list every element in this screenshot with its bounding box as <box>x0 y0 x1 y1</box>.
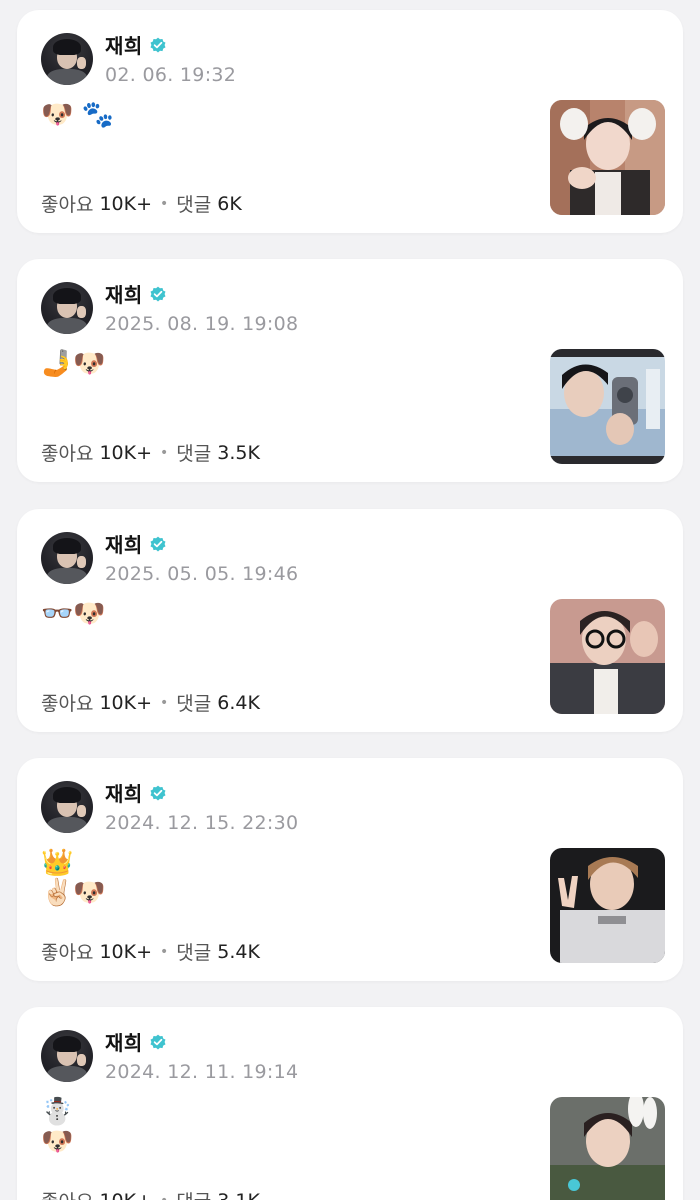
likes-label: 좋아요 <box>41 1187 93 1200</box>
likes-count[interactable]: 10K+ <box>99 193 152 215</box>
post-text: ☃️ 🐶 <box>41 1097 74 1157</box>
separator-dot: • <box>160 195 169 212</box>
likes-label: 좋아요 <box>41 693 94 715</box>
author-name[interactable]: 재희 <box>105 778 143 807</box>
avatar[interactable] <box>41 781 93 833</box>
separator-dot: • <box>160 1193 168 1200</box>
post-date: 2024. 12. 11. 19:14 <box>105 1061 299 1083</box>
avatar[interactable] <box>41 532 93 584</box>
author-name[interactable]: 재희 <box>105 529 143 558</box>
comments-label: 댓글 <box>176 443 212 465</box>
comments-count[interactable]: 5.4K <box>217 941 260 963</box>
author-name[interactable]: 재희 <box>105 279 143 308</box>
likes-label: 좋아요 <box>41 443 94 465</box>
post-stats: 좋아요 10K+ • 댓글 6K <box>41 190 242 217</box>
comments-count[interactable]: 6.4K <box>217 692 260 714</box>
post-thumbnail[interactable] <box>550 848 665 963</box>
post-card[interactable]: 재희 2025. 08. 19. 19:08 🤳🐶 좋아요 10K+ • 댓글 … <box>17 259 683 482</box>
likes-count[interactable]: 10K+ <box>99 442 152 464</box>
avatar[interactable] <box>41 1030 93 1082</box>
post-card[interactable]: 재희 02. 06. 19:32 🐶 🐾 좋아요 10K+ • 댓글 6K <box>17 10 683 233</box>
verified-badge-icon <box>150 286 166 301</box>
separator-dot: • <box>160 444 169 461</box>
verified-badge-icon <box>150 1034 166 1049</box>
post-date: 2025. 08. 19. 19:08 <box>105 313 299 335</box>
verified-badge-icon <box>150 785 166 800</box>
post-card[interactable]: 재희 2025. 05. 05. 19:46 👓🐶 좋아요 10K+ • 댓글 … <box>17 509 683 732</box>
post-text: 🤳🐶 <box>41 349 106 379</box>
comments-label: 댓글 <box>176 194 212 216</box>
likes-label: 좋아요 <box>41 942 94 964</box>
comments-label: 댓글 <box>176 693 212 715</box>
likes-count[interactable]: 10K+ <box>99 1190 152 1200</box>
avatar[interactable] <box>41 282 93 334</box>
post-stats: 좋아요 10K+ • 댓글 3.1K <box>41 1187 260 1200</box>
comments-count[interactable]: 3.1K <box>217 1190 260 1200</box>
author-name[interactable]: 재희 <box>105 1027 143 1056</box>
post-text: 👑 ✌🏻🐶 <box>41 848 106 908</box>
verified-badge-icon <box>150 37 166 52</box>
post-card[interactable]: 재희 2024. 12. 11. 19:14 ☃️ 🐶 좋아요 10K+ • 댓… <box>17 1007 683 1200</box>
post-date: 2025. 05. 05. 19:46 <box>105 563 299 585</box>
separator-dot: • <box>160 694 169 711</box>
post-stats: 좋아요 10K+ • 댓글 6.4K <box>41 689 260 716</box>
post-card[interactable]: 재희 2024. 12. 15. 22:30 👑 ✌🏻🐶 좋아요 10K+ • … <box>17 758 683 981</box>
likes-count[interactable]: 10K+ <box>99 941 152 963</box>
post-stats: 좋아요 10K+ • 댓글 5.4K <box>41 938 260 965</box>
comments-label: 댓글 <box>176 942 212 964</box>
separator-dot: • <box>160 943 169 960</box>
post-thumbnail[interactable] <box>550 1097 665 1200</box>
author-name[interactable]: 재희 <box>105 30 143 59</box>
avatar[interactable] <box>41 33 93 85</box>
post-thumbnail[interactable] <box>550 100 665 215</box>
post-date: 2024. 12. 15. 22:30 <box>105 812 299 834</box>
post-date: 02. 06. 19:32 <box>105 64 237 86</box>
verified-badge-icon <box>150 536 166 551</box>
likes-label: 좋아요 <box>41 194 94 216</box>
comments-label: 댓글 <box>176 1187 211 1200</box>
comments-count[interactable]: 3.5K <box>217 442 260 464</box>
post-text: 🐶 🐾 <box>41 100 115 130</box>
post-stats: 좋아요 10K+ • 댓글 3.5K <box>41 439 260 466</box>
post-thumbnail[interactable] <box>550 599 665 714</box>
comments-count[interactable]: 6K <box>217 193 242 215</box>
post-text: 👓🐶 <box>41 599 106 629</box>
likes-count[interactable]: 10K+ <box>99 692 152 714</box>
post-thumbnail[interactable] <box>550 349 665 464</box>
